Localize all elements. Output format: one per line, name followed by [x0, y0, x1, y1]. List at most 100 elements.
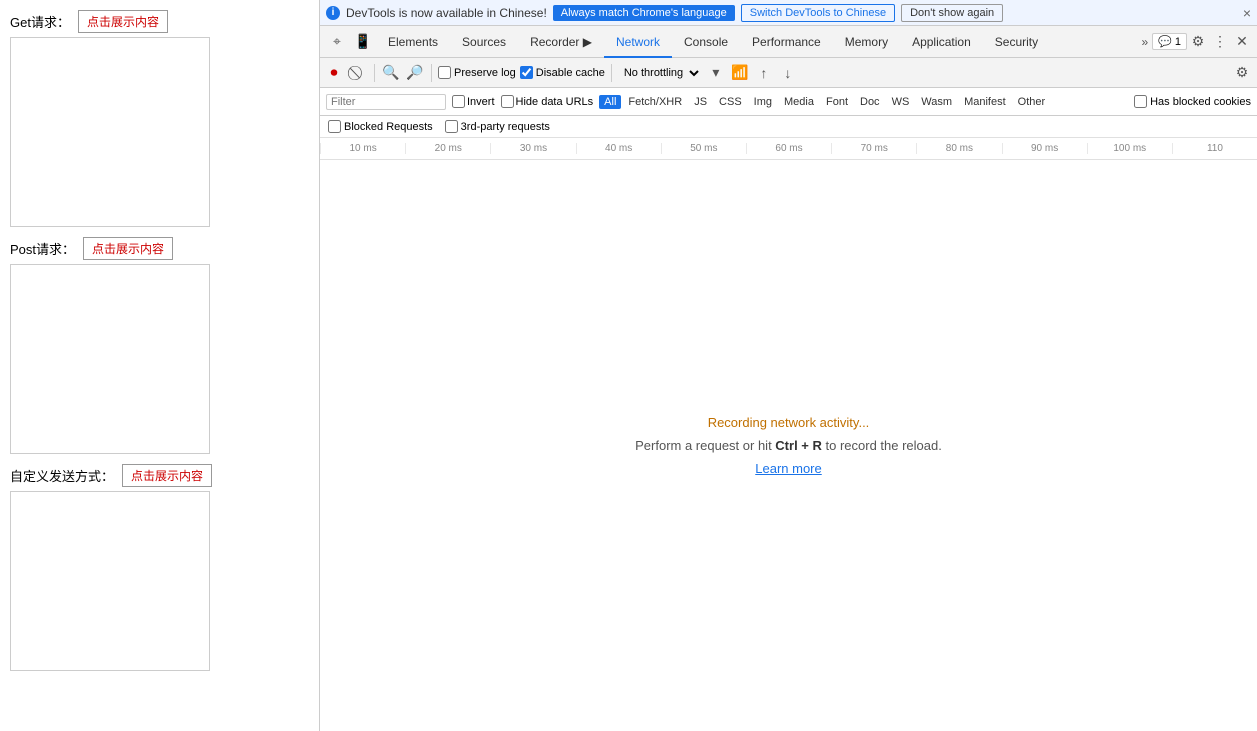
invert-label: Invert	[467, 96, 495, 108]
tab-console[interactable]: Console	[672, 26, 740, 58]
record-stop-icon[interactable]: ⏺	[324, 63, 344, 83]
filter-tag-manifest[interactable]: Manifest	[959, 95, 1011, 109]
post-request-section: Post请求： 点击展示内容	[10, 237, 309, 454]
preserve-log-text: Preserve log	[454, 67, 516, 79]
network-settings-btn[interactable]: ⚙	[1231, 62, 1253, 84]
filter-tag-css[interactable]: CSS	[714, 95, 747, 109]
filter-tag-js[interactable]: JS	[689, 95, 712, 109]
tick-50ms: 50 ms	[661, 143, 746, 154]
third-party-option[interactable]: 3rd-party requests	[445, 120, 550, 133]
custom-request-section: 自定义发送方式： 点击展示内容	[10, 464, 309, 671]
disable-cache-text: Disable cache	[536, 67, 605, 79]
blocked-requests-checkbox[interactable]	[328, 120, 341, 133]
blocked-requests-label: Blocked Requests	[344, 121, 433, 133]
invert-option[interactable]: Invert	[452, 95, 495, 108]
has-blocked-checkbox[interactable]	[1134, 95, 1147, 108]
disable-cache-label[interactable]: Disable cache	[520, 66, 605, 79]
match-language-btn[interactable]: Always match Chrome's language	[553, 5, 735, 21]
close-devtools-btn[interactable]: ✕	[1231, 31, 1253, 53]
custom-output-box	[10, 491, 210, 671]
third-party-checkbox[interactable]	[445, 120, 458, 133]
custom-btn[interactable]: 点击展示内容	[122, 464, 212, 487]
hide-data-urls-option[interactable]: Hide data URLs	[501, 95, 594, 108]
throttle-select[interactable]: No throttling Slow 3G Fast 3G	[618, 66, 702, 80]
tab-security[interactable]: Security	[983, 26, 1050, 58]
tab-network[interactable]: Network	[604, 26, 672, 58]
import-icon[interactable]: ↑	[754, 63, 774, 83]
get-btn[interactable]: 点击展示内容	[78, 10, 168, 33]
filter-tag-all[interactable]: All	[599, 95, 621, 109]
filter-tag-font[interactable]: Font	[821, 95, 853, 109]
tab-performance[interactable]: Performance	[740, 26, 833, 58]
comment-badge: 💬 1	[1152, 33, 1187, 50]
preserve-log-checkbox[interactable]	[438, 66, 451, 79]
blocked-requests-option[interactable]: Blocked Requests	[328, 120, 433, 133]
tick-20ms: 20 ms	[405, 143, 490, 154]
filter-icon[interactable]: 🔍	[381, 63, 401, 83]
filter-tag-doc[interactable]: Doc	[855, 95, 885, 109]
dont-show-again-btn[interactable]: Don't show again	[901, 4, 1003, 22]
filter-tag-media[interactable]: Media	[779, 95, 819, 109]
export-icon[interactable]: ↓	[778, 63, 798, 83]
recording-text: Recording network activity...	[708, 415, 870, 430]
tick-110: 110	[1172, 143, 1257, 154]
filter-tags: All Fetch/XHR JS CSS Img Media Font Doc …	[599, 95, 1050, 109]
tick-100ms: 100 ms	[1087, 143, 1172, 154]
comment-count: 1	[1175, 36, 1181, 48]
get-label: Get请求：	[10, 12, 70, 31]
perform-text: Perform a request or hit Ctrl + R to rec…	[635, 438, 942, 453]
comment-icon: 💬	[1158, 35, 1172, 48]
throttle-down-icon[interactable]: ▾	[706, 63, 726, 83]
tick-60ms: 60 ms	[746, 143, 831, 154]
info-icon: i	[326, 6, 340, 20]
devtools-panel: i DevTools is now available in Chinese! …	[320, 0, 1257, 731]
toolbar-separator-1	[374, 64, 375, 82]
more-options-btn[interactable]: ⋮	[1209, 31, 1231, 53]
clear-icon[interactable]: ⃠	[348, 63, 368, 83]
hide-data-urls-label: Hide data URLs	[516, 96, 594, 108]
custom-label: 自定义发送方式：	[10, 466, 114, 485]
get-request-section: Get请求： 点击展示内容	[10, 10, 309, 227]
filter-tag-ws[interactable]: WS	[887, 95, 915, 109]
settings-gear-btn[interactable]: ⚙	[1187, 31, 1209, 53]
tab-recorder[interactable]: Recorder ▶	[518, 26, 604, 58]
network-toolbar: ⏺ ⃠ 🔍 🔎 Preserve log Disable cache No th…	[320, 58, 1257, 88]
learn-more-link[interactable]: Learn more	[755, 461, 821, 476]
filter-input[interactable]	[326, 94, 446, 110]
tick-30ms: 30 ms	[490, 143, 575, 154]
switch-devtools-btn[interactable]: Switch DevTools to Chinese	[741, 4, 895, 22]
info-bar-close-btn[interactable]: ×	[1243, 5, 1251, 21]
left-panel: Get请求： 点击展示内容 Post请求： 点击展示内容 自定义发送方式： 点击…	[0, 0, 320, 731]
hide-data-urls-checkbox[interactable]	[501, 95, 514, 108]
tick-80ms: 80 ms	[916, 143, 1001, 154]
post-label: Post请求：	[10, 239, 75, 258]
tab-bar: ⌖ 📱 Elements Sources Recorder ▶ Network …	[320, 26, 1257, 58]
search-icon[interactable]: 🔎	[405, 63, 425, 83]
wifi-icon[interactable]: 📶	[730, 63, 750, 83]
info-message: DevTools is now available in Chinese!	[346, 6, 547, 20]
disable-cache-checkbox[interactable]	[520, 66, 533, 79]
invert-checkbox[interactable]	[452, 95, 465, 108]
tab-elements[interactable]: Elements	[376, 26, 450, 58]
tab-memory[interactable]: Memory	[833, 26, 900, 58]
tab-application[interactable]: Application	[900, 26, 983, 58]
has-blocked-label: Has blocked cookies	[1150, 96, 1251, 108]
filter-tag-img[interactable]: Img	[749, 95, 777, 109]
tab-sources[interactable]: Sources	[450, 26, 518, 58]
tick-40ms: 40 ms	[576, 143, 661, 154]
preserve-log-label[interactable]: Preserve log	[438, 66, 516, 79]
filter-tag-other[interactable]: Other	[1013, 95, 1051, 109]
network-content-area: Recording network activity... Perform a …	[320, 160, 1257, 731]
tab-more-btn[interactable]: »	[1137, 35, 1152, 49]
inspect-icon[interactable]: ⌖	[324, 29, 350, 55]
post-output-box	[10, 264, 210, 454]
device-icon[interactable]: 📱	[350, 29, 376, 55]
has-blocked-option[interactable]: Has blocked cookies	[1134, 95, 1251, 108]
filter-tag-wasm[interactable]: Wasm	[916, 95, 957, 109]
filter-tag-fetchxhr[interactable]: Fetch/XHR	[623, 95, 687, 109]
toolbar-separator-2	[431, 64, 432, 82]
get-output-box	[10, 37, 210, 227]
timeline-header: 10 ms 20 ms 30 ms 40 ms 50 ms 60 ms 70 m…	[320, 138, 1257, 160]
info-bar: i DevTools is now available in Chinese! …	[320, 0, 1257, 26]
post-btn[interactable]: 点击展示内容	[83, 237, 173, 260]
